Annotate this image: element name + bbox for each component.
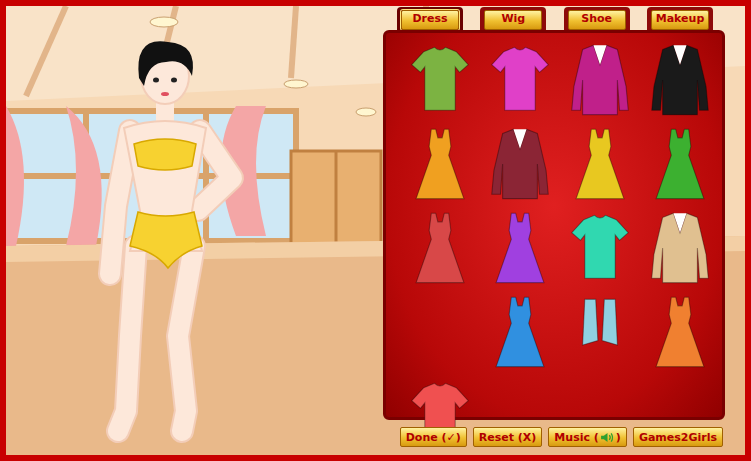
doll-figure [110,41,232,431]
control-buttons: Done (✓) Reset (X) Music () Games2Girls [383,420,725,447]
jacket-icon[interactable] [565,43,635,119]
dress-icon[interactable] [485,211,555,287]
jacket-icon[interactable] [485,127,555,203]
button-label[interactable]: Done (✓) [406,431,461,444]
clothing-item[interactable] [562,293,638,373]
clothing-item[interactable] [482,209,558,289]
game-frame: Dress Wig Shoe Makeup Done (✓) Reset (X) Music… [0,0,751,461]
category-tabs: Dress Wig Shoe Makeup [383,6,725,30]
tab-label[interactable]: Wig [484,10,542,30]
dress-icon[interactable] [565,127,635,203]
prev-page-button[interactable] [412,459,446,461]
clothing-item[interactable] [482,125,558,205]
clothing-item[interactable] [642,293,718,373]
wardrobe-panel [383,30,725,420]
button-label[interactable]: Reset (X) [479,431,537,444]
clothing-item[interactable] [402,41,478,121]
button-label[interactable]: Music ( [554,431,598,444]
control-button[interactable]: Done (✓) [400,427,467,447]
dress-icon[interactable] [485,295,555,371]
jacket-icon[interactable] [645,43,715,119]
tab-label[interactable]: Makeup [651,10,709,30]
control-button[interactable]: Reset (X) [473,427,543,447]
speaker-icon[interactable] [600,432,615,443]
category-tab[interactable]: Wig [480,7,546,30]
clothing-item[interactable] [642,209,718,289]
top-icon[interactable] [405,43,475,119]
tab-label[interactable]: Dress [401,10,459,30]
clothing-item[interactable] [562,41,638,121]
vest-icon[interactable] [565,295,635,371]
next-page-button[interactable] [664,459,698,461]
page-arrows [402,457,712,461]
clothing-item[interactable] [642,41,718,121]
clothing-item[interactable] [562,209,638,289]
dress-icon[interactable] [645,127,715,203]
dress-icon[interactable] [405,211,475,287]
game-stage: Dress Wig Shoe Makeup Done (✓) Reset (X) Music… [6,6,745,455]
top-icon[interactable] [485,43,555,119]
wardrobe-column: Dress Wig Shoe Makeup Done (✓) Reset (X) Music… [383,6,725,455]
control-button[interactable]: Games2Girls [633,427,723,447]
clothing-item[interactable] [482,293,558,373]
category-tab[interactable]: Makeup [647,7,713,30]
category-tab[interactable]: Dress [397,7,463,30]
clothing-item[interactable] [402,209,478,289]
tab-label[interactable]: Shoe [568,10,626,30]
clothing-grid [402,41,712,457]
jacket-icon[interactable] [645,211,715,287]
dress-icon[interactable] [645,295,715,371]
control-button[interactable]: Music () [548,427,627,447]
clothing-item[interactable] [642,125,718,205]
button-suffix[interactable]: ) [616,431,621,444]
button-label[interactable]: Games2Girls [639,431,717,444]
clothing-item[interactable] [482,41,558,121]
top-icon[interactable] [565,211,635,287]
dress-icon[interactable] [405,127,475,203]
clothing-item[interactable] [562,125,638,205]
category-tab[interactable]: Shoe [564,7,630,30]
doll-area [6,6,383,455]
game-layout: Dress Wig Shoe Makeup Done (✓) Reset (X) Music… [6,6,745,455]
clothing-item[interactable] [402,125,478,205]
